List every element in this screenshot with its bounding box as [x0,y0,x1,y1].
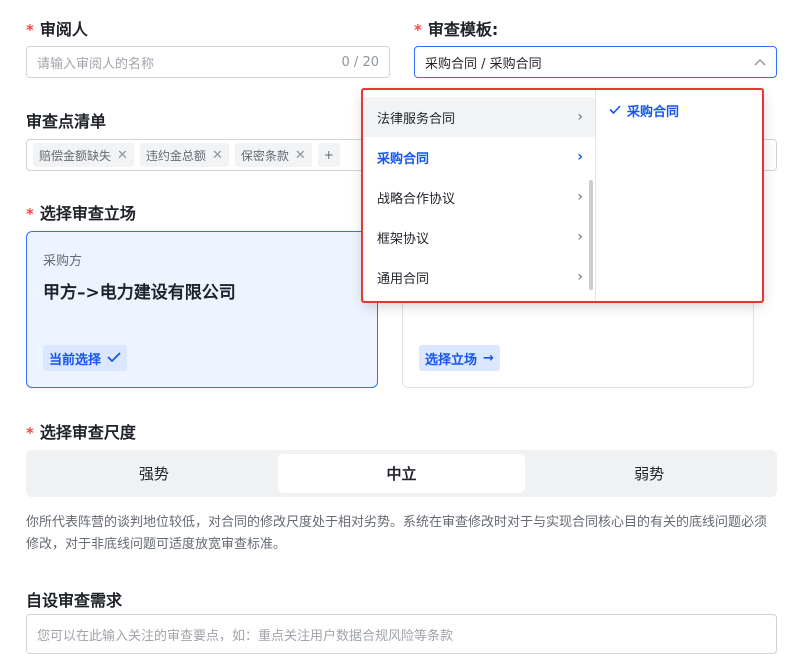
template-label: * 审查模板: [414,20,499,39]
stance-card-buyer[interactable]: 采购方 甲方–>电力建设有限公司 当前选择 [26,231,378,388]
cascader-level2: 采购合同 [597,90,763,130]
template-select[interactable]: 采购合同 / 采购合同 [414,46,777,78]
stance-role: 采购方 [43,254,83,269]
chevron-right-icon: › [577,229,583,245]
reviewer-counter: 0 / 20 [341,54,379,70]
scale-segmented-control: 强势 中立 弱势 [26,450,777,497]
cascader-level1: 法律服务合同 › 采购合同 › 战略合作协议 › 框架协议 › 通用合同 › [363,90,596,302]
arrow-right-icon: → [483,350,494,366]
cascader-option[interactable]: 战略合作协议 › [363,177,595,217]
cascader-option[interactable]: 框架协议 › [363,217,595,257]
cascader-option[interactable]: 采购合同 › [363,137,595,177]
current-selection-badge: 当前选择 [43,345,128,371]
scale-option-neutral[interactable]: 中立 [277,454,526,493]
checklist-tag: 赔偿金额缺失 ✕ [33,143,134,167]
stance-label: * 选择审查立场 [26,204,136,223]
chevron-right-icon: › [577,149,583,165]
chevron-right-icon: › [577,269,583,285]
custom-label: 自设审查需求 [26,591,123,610]
close-icon[interactable]: ✕ [295,148,306,163]
check-icon [609,103,621,118]
cascader-option[interactable]: 法律服务合同 › [363,97,595,137]
select-stance-button[interactable]: 选择立场 → [419,345,500,371]
chevron-right-icon: › [577,109,583,125]
cascader-scrollbar[interactable] [589,180,593,290]
custom-textarea[interactable]: 您可以在此输入关注的审查要点，如：重点关注用户数据合规风险等条款 [26,614,777,654]
scale-option-strong[interactable]: 强势 [30,454,278,493]
scale-label: * 选择审查尺度 [26,423,136,442]
checklist-tag: 保密条款 ✕ [234,143,312,167]
custom-placeholder: 您可以在此输入关注的审查要点，如：重点关注用户数据合规风险等条款 [37,629,454,644]
checklist-tag: 违约金总额 ✕ [139,143,229,167]
reviewer-placeholder: 请输入审阅人的名称 [37,56,155,72]
template-value: 采购合同 / 采购合同 [425,56,542,72]
cascader-option-selected[interactable]: 采购合同 [597,90,763,130]
stance-party: 甲方–>电力建设有限公司 [43,283,236,303]
checklist-label: 审查点清单 [26,112,107,131]
close-icon[interactable]: ✕ [117,148,128,163]
chevron-right-icon: › [577,189,583,205]
template-cascader: 法律服务合同 › 采购合同 › 战略合作协议 › 框架协议 › 通用合同 › 采购合同 [363,90,763,302]
scale-option-weak[interactable]: 弱势 [525,454,773,493]
checklist-more[interactable]: + [317,143,340,167]
chevron-up-icon [754,55,766,70]
close-icon[interactable]: ✕ [212,148,223,163]
scale-description: 你所代表阵营的谈判地位较低，对合同的修改尺度处于相对劣势。系统在审查修改时对于与… [26,515,768,552]
reviewer-input[interactable]: 请输入审阅人的名称 0 / 20 [26,46,390,78]
cascader-option[interactable]: 通用合同 › [363,257,595,297]
check-icon [107,351,121,366]
reviewer-label: * 审阅人 [26,20,88,39]
